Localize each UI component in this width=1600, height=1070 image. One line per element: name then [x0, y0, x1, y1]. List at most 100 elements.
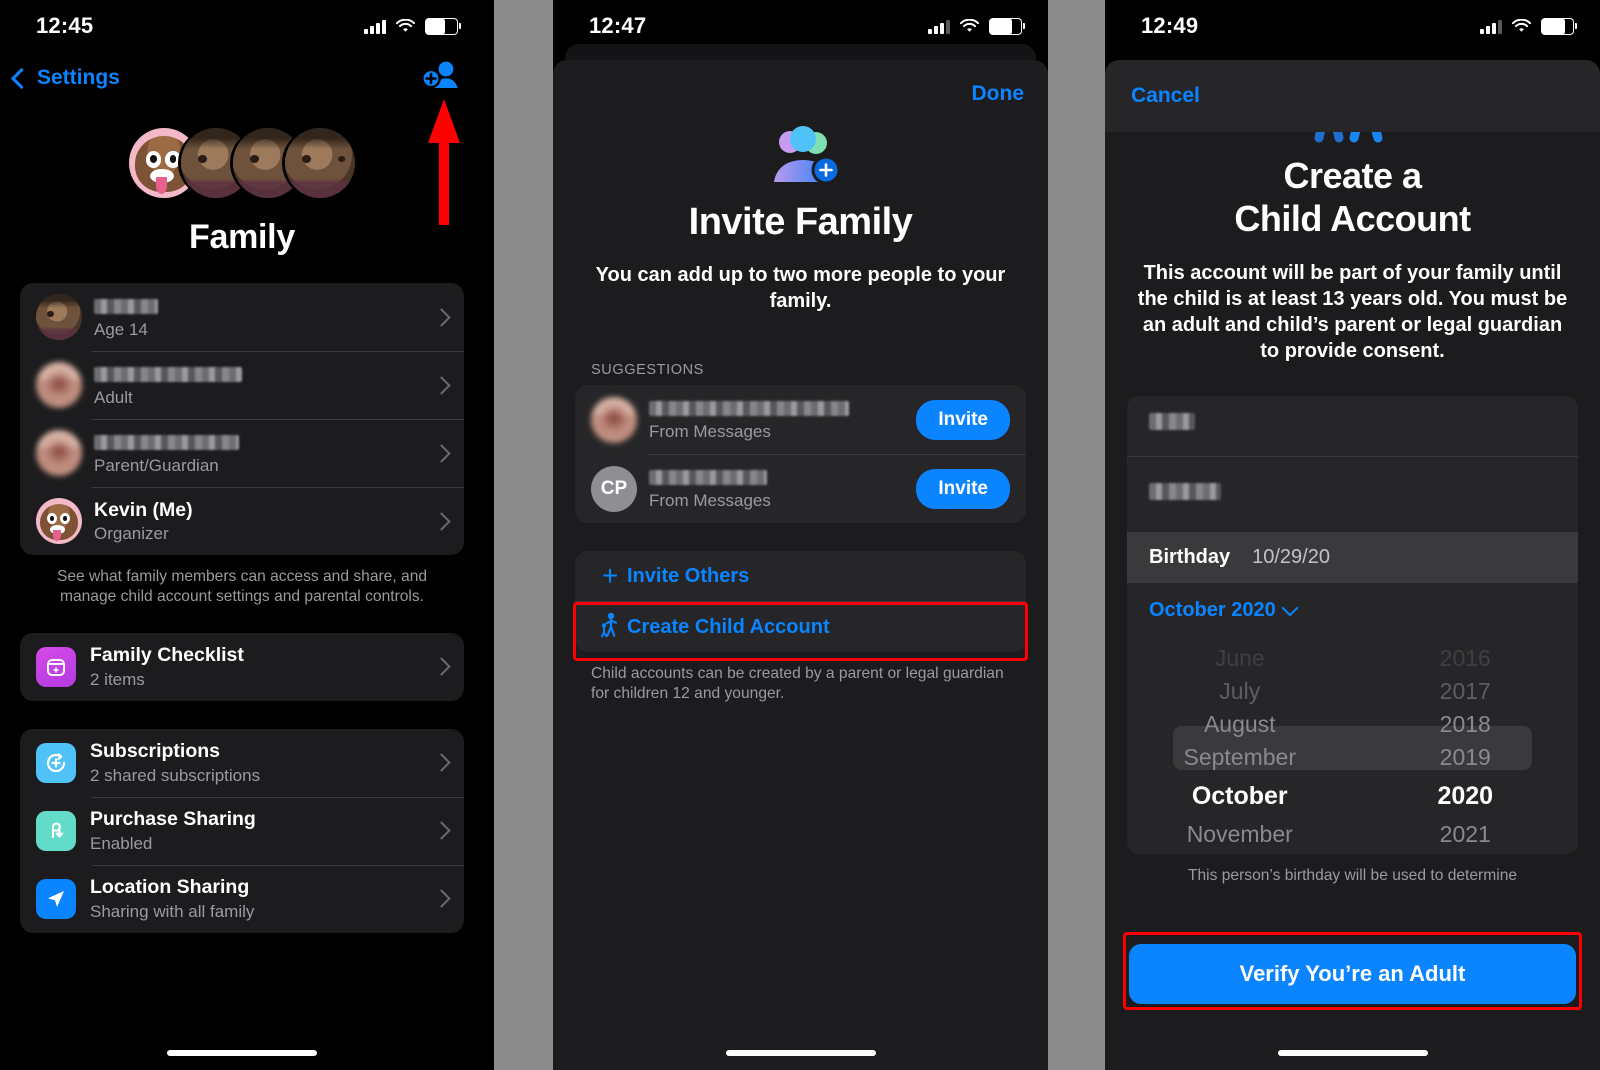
sheet-toolbar: Cancel: [1105, 60, 1600, 132]
first-name-field[interactable]: [1127, 396, 1578, 456]
verify-adult-button[interactable]: Verify You’re an Adult: [1129, 944, 1576, 1004]
setting-subtitle: 2 shared subscriptions: [90, 765, 261, 785]
picker-item[interactable]: August: [1204, 708, 1276, 741]
panel-divider-1: [484, 0, 553, 1070]
sidebar-item-purchase-sharing[interactable]: Purchase Sharing Enabled: [20, 796, 464, 865]
invite-others-button[interactable]: + Invite Others: [575, 551, 1026, 601]
checklist-title: Family Checklist: [90, 644, 244, 667]
status-bar: 12:49: [1105, 0, 1600, 52]
suggestions-group: From Messages Invite CP From Messages In…: [575, 385, 1026, 523]
suggestion-row[interactable]: From Messages Invite: [575, 385, 1026, 454]
picker-item[interactable]: June: [1215, 642, 1265, 675]
sheet-subtitle: You can add up to two more people to you…: [595, 264, 1006, 312]
member-subtitle: Organizer: [94, 523, 169, 543]
create-child-account-button[interactable]: Create Child Account: [575, 601, 1026, 652]
sheet-title-line1: Create a: [1283, 155, 1422, 196]
family-member-row[interactable]: Parent/Guardian: [20, 419, 464, 487]
avatar-initials: CP: [600, 477, 628, 499]
picker-item[interactable]: 2017: [1440, 675, 1491, 708]
suggestion-name-redacted: [649, 470, 767, 486]
birthday-date-picker[interactable]: June July August September October Novem…: [1127, 642, 1578, 854]
picker-item[interactable]: September: [1183, 741, 1296, 774]
battery-icon: [1541, 17, 1577, 35]
panel-create-child-account: 12:49 Cancel Create a Child Account This…: [1105, 0, 1600, 1070]
create-child-account-body: Create a Child Account This account will…: [1105, 132, 1600, 1070]
panel-invite-family: 12:47 Done Invite Family You can add up …: [553, 0, 1048, 1070]
suggestions-header: SUGGESTIONS: [591, 362, 704, 378]
suggestion-row[interactable]: CP From Messages Invite: [575, 454, 1026, 523]
child-walk-icon: [593, 612, 627, 643]
sidebar-item-location-sharing[interactable]: Location Sharing Sharing with all family: [20, 864, 464, 933]
picker-item[interactable]: 2022: [1440, 851, 1491, 854]
setting-title: Subscriptions: [90, 740, 221, 763]
picker-item[interactable]: July: [1219, 675, 1260, 708]
home-indicator: [1277, 1050, 1428, 1056]
plus-icon: +: [601, 560, 619, 591]
member-name-redacted: [94, 434, 239, 450]
invite-button[interactable]: Invite: [916, 468, 1010, 509]
wifi-icon: [960, 18, 979, 32]
picker-item[interactable]: 2016: [1440, 642, 1491, 675]
status-indicators: [1480, 17, 1577, 35]
chevron-right-icon: [432, 443, 451, 463]
picker-item[interactable]: 2021: [1440, 818, 1491, 851]
picker-item[interactable]: December: [1187, 851, 1293, 854]
setting-title: Location Sharing: [90, 876, 250, 899]
member-name-redacted: [94, 366, 242, 382]
family-member-row[interactable]: Kevin (Me) Organizer: [20, 487, 464, 555]
wifi-icon: [396, 18, 415, 32]
actions-footnote: Child accounts can be created by a paren…: [591, 665, 1004, 702]
chevron-left-icon: [10, 67, 33, 89]
form-group: Birthday 10/29/20 October 2020 June July: [1127, 396, 1578, 855]
invite-button[interactable]: Invite: [916, 399, 1010, 440]
status-clock: 12:49: [1141, 13, 1199, 38]
sheet-toolbar: Done: [553, 60, 1048, 106]
family-checklist-row[interactable]: Family Checklist 2 items: [20, 633, 464, 701]
avatar: [36, 294, 82, 340]
picker-item-selected[interactable]: 2020: [1437, 774, 1493, 818]
done-button[interactable]: Done: [972, 82, 1025, 106]
chevron-right-icon: [432, 753, 451, 773]
chevron-right-icon: [432, 375, 451, 395]
avatar: [591, 396, 637, 443]
sidebar-item-subscriptions[interactable]: Subscriptions 2 shared subscriptions: [20, 729, 464, 797]
avatar: CP: [591, 465, 637, 512]
annotation-arrow-up: [428, 99, 460, 225]
setting-subtitle: Enabled: [90, 833, 153, 853]
chevron-right-icon: [432, 307, 451, 327]
sheet-description: This account will be part of your family…: [1137, 262, 1568, 363]
suggestions-section: SUGGESTIONS From Messages Invite CP From…: [575, 362, 1026, 523]
member-subtitle: Adult: [94, 387, 133, 407]
back-button[interactable]: Settings: [10, 66, 120, 90]
avatar: [36, 362, 82, 408]
picker-item[interactable]: 2018: [1440, 708, 1491, 741]
month-year-button[interactable]: October 2020: [1127, 583, 1578, 638]
setting-subtitle: Sharing with all family: [90, 901, 255, 921]
actions-group: + Invite Others Create Child Account: [575, 551, 1026, 652]
family-member-row[interactable]: Age 14: [20, 283, 464, 351]
member-subtitle: Age 14: [94, 319, 148, 339]
picker-item-selected[interactable]: October: [1192, 774, 1288, 818]
cancel-button[interactable]: Cancel: [1131, 84, 1200, 108]
family-settings-card: Subscriptions 2 shared subscriptions Pur…: [20, 728, 464, 933]
family-member-row[interactable]: Adult: [20, 351, 464, 419]
last-name-field[interactable]: [1127, 456, 1578, 532]
checklist-subtitle: 2 items: [90, 669, 145, 689]
cellular-signal-icon: [928, 19, 950, 34]
family-settings-group: Subscriptions 2 shared subscriptions Pur…: [20, 728, 464, 933]
last-name-redacted: [1149, 482, 1221, 500]
actions-section: + Invite Others Create Child Account Chi…: [573, 551, 1028, 704]
chevron-right-icon: [432, 657, 451, 677]
battery-icon: [425, 17, 461, 35]
first-name-redacted: [1149, 412, 1195, 430]
child-account-form: Birthday 10/29/20 October 2020 June July: [1105, 396, 1600, 886]
picker-item[interactable]: 2019: [1440, 741, 1491, 774]
birthday-row[interactable]: Birthday 10/29/20: [1127, 532, 1578, 584]
picker-column-year[interactable]: 2016 2017 2018 2019 2020 2021 2022 2023: [1353, 642, 1579, 854]
member-name-redacted: [94, 298, 158, 314]
family-checklist-card: Family Checklist 2 items: [20, 632, 464, 701]
picker-column-month[interactable]: June July August September October Novem…: [1127, 642, 1353, 854]
status-clock: 12:47: [589, 13, 647, 38]
person-add-icon[interactable]: [418, 58, 462, 99]
picker-item[interactable]: November: [1187, 818, 1293, 851]
